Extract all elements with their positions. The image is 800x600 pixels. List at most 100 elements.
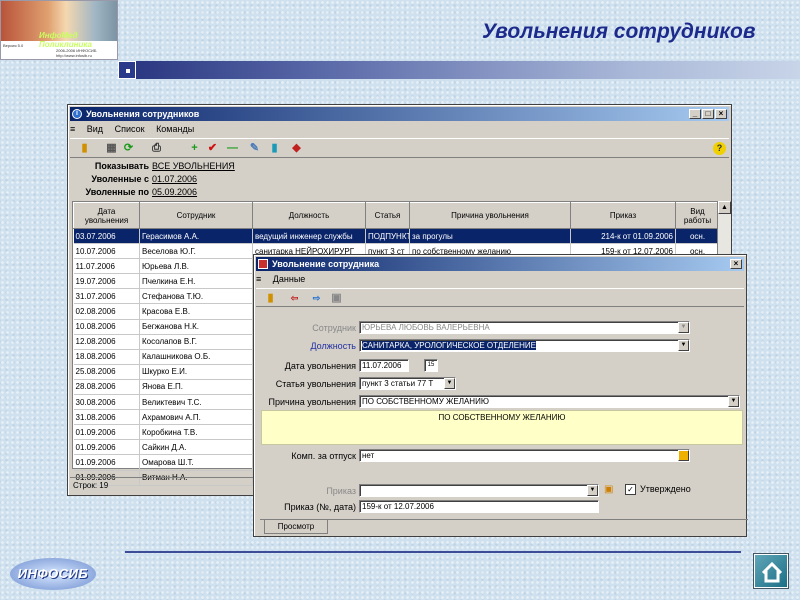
column-header[interactable]: Статья xyxy=(365,202,410,229)
scroll-up-icon[interactable]: ▲ xyxy=(718,201,731,214)
order-select[interactable]: ▼ xyxy=(359,484,599,497)
menu-commands[interactable]: Команды xyxy=(156,124,194,134)
main-menubar: ≡ Вид Список Команды xyxy=(70,122,729,136)
column-header[interactable]: Дата увольнения xyxy=(73,202,140,229)
cell-employee: Юрьева Л.В. xyxy=(139,258,253,275)
cell-date: 01.09.2006 xyxy=(73,454,140,471)
help-icon[interactable]: ? xyxy=(713,142,726,155)
calendar-icon[interactable]: 15 xyxy=(424,359,438,372)
cell-employee: Шкурко Е.И. xyxy=(139,364,253,380)
cell-date: 10.08.2006 xyxy=(73,319,140,335)
main-window-titlebar: i Увольнения сотрудников _ □ × xyxy=(70,107,729,121)
system-menu-icon[interactable]: ≡ xyxy=(70,124,75,134)
chevron-down-icon[interactable]: ▼ xyxy=(587,485,598,496)
date-input[interactable]: 11.07.2006 xyxy=(359,359,409,372)
from-value[interactable]: 01.07.2006 xyxy=(152,174,197,184)
order-num-input[interactable]: 159-к от 12.07.2006 xyxy=(359,500,599,513)
dialog-title: Увольнение сотрудника xyxy=(272,259,380,269)
cell-employee: Косолапов В.Г. xyxy=(139,334,253,350)
cell-date: 01.09.2006 xyxy=(73,424,140,441)
home-button[interactable] xyxy=(754,554,788,588)
chevron-down-icon[interactable]: ▼ xyxy=(678,322,689,333)
cell-date: 02.08.2006 xyxy=(73,303,140,320)
exit-door-icon[interactable]: ▮ xyxy=(78,142,91,155)
cell-employee: Коробкина Т.В. xyxy=(139,424,253,441)
calculator-icon[interactable]: ▦ xyxy=(105,142,118,155)
dialog-close-button[interactable]: × xyxy=(730,259,742,269)
reason-value: ПО СОБСТВЕННОМУ ЖЕЛАНИЮ xyxy=(362,397,489,406)
article-select[interactable]: пункт 3 статьи 77 Т ▼ xyxy=(359,377,456,390)
dialog-system-menu-icon[interactable]: ≡ xyxy=(256,274,261,284)
table-row[interactable]: 03.07.2006 Герасимов А.А. ведущий инженер … xyxy=(73,228,720,245)
save-icon[interactable]: ▣ xyxy=(330,292,343,305)
folder-icon[interactable] xyxy=(678,450,689,461)
approved-checkbox[interactable]: ✓ xyxy=(625,484,636,495)
minimize-button[interactable]: _ xyxy=(689,109,701,119)
dialog-titlebar: Увольнение сотрудника × xyxy=(256,257,744,271)
comp-value: нет xyxy=(362,451,375,460)
order-num-label: Приказ (№, дата) xyxy=(284,502,356,512)
home-icon xyxy=(761,561,783,583)
reason-label: Причина увольнения xyxy=(268,397,356,407)
book-icon[interactable]: ▮ xyxy=(268,142,281,155)
cell-work: осн. xyxy=(675,228,720,245)
column-header[interactable]: Причина увольнения xyxy=(409,202,571,229)
to-value[interactable]: 05.09.2006 xyxy=(152,187,197,197)
column-header[interactable]: Должность xyxy=(252,202,366,229)
edit-icon[interactable]: ✎ xyxy=(248,142,261,155)
refresh-icon[interactable]: ⟳ xyxy=(122,142,135,155)
maximize-button[interactable]: □ xyxy=(702,109,714,119)
bookmark-icon[interactable]: ◆ xyxy=(290,142,303,155)
cell-date: 25.08.2006 xyxy=(73,364,140,380)
menu-view[interactable]: Вид xyxy=(87,124,103,134)
dialog-exit-icon[interactable]: ▮ xyxy=(264,292,277,305)
position-select[interactable]: САНИТАРКА, УРОЛОГИЧЕСКОЕ ОТДЕЛЕНИЕ ▼ xyxy=(359,339,690,352)
tab-view[interactable]: Просмотр xyxy=(264,520,328,534)
add-icon[interactable]: + xyxy=(188,142,201,155)
comp-input[interactable]: нет xyxy=(359,449,690,462)
show-value[interactable]: ВСЕ УВОЛЬНЕНИЯ xyxy=(152,161,235,171)
column-header[interactable]: Приказ xyxy=(570,202,676,229)
cell-reason: за прогулы xyxy=(409,228,571,245)
menu-list[interactable]: Список xyxy=(115,124,145,134)
column-header[interactable]: Вид работы xyxy=(675,202,720,229)
reason-text-area[interactable]: ПО СОБСТВЕННОМУ ЖЕЛАНИЮ xyxy=(261,410,743,445)
move-out-icon[interactable]: ⇨ xyxy=(310,292,323,305)
cell-employee: Красова Е.В. xyxy=(139,303,253,320)
check-icon[interactable]: ✔ xyxy=(206,142,219,155)
cell-employee: Великтевич Т.С. xyxy=(139,394,253,411)
date-value: 11.07.2006 xyxy=(362,361,402,370)
close-button[interactable]: × xyxy=(715,109,727,119)
cell-employee: Омарова Ш.Т. xyxy=(139,454,253,471)
main-toolbar: ▮ ▦ ⟳ ⎙ + ✔ — ✎ ▮ ◆ ? xyxy=(70,138,729,158)
band-square-icon xyxy=(118,61,136,79)
chevron-down-icon[interactable]: ▼ xyxy=(678,340,689,351)
column-header[interactable]: Сотрудник xyxy=(139,202,253,229)
position-label: Должность xyxy=(310,341,356,351)
chevron-down-icon[interactable]: ▼ xyxy=(444,378,455,389)
cell-employee: Веселова Ю.Г. xyxy=(139,243,253,260)
order-lookup-icon[interactable]: ▣ xyxy=(604,484,616,496)
info-icon: i xyxy=(72,109,82,119)
approved-label: Утверждено xyxy=(640,484,691,494)
to-label: Уволенные по xyxy=(85,187,149,197)
date-label: Дата увольнения xyxy=(284,361,356,371)
employee-select[interactable]: ЮРЬЕВА ЛЮБОВЬ ВАЛЕРЬЕВНА ▼ xyxy=(359,321,690,334)
remove-icon[interactable]: — xyxy=(226,142,239,155)
order-label: Приказ xyxy=(326,486,356,496)
cell-date: 28.08.2006 xyxy=(73,379,140,396)
dialog-app-icon xyxy=(258,259,268,269)
comp-label: Комп. за отпуск xyxy=(291,451,356,461)
reason-select[interactable]: ПО СОБСТВЕННОМУ ЖЕЛАНИЮ ▼ xyxy=(359,395,740,408)
cell-date: 31.07.2006 xyxy=(73,288,140,305)
chevron-down-icon[interactable]: ▼ xyxy=(728,396,739,407)
row-count: Строк: 19 xyxy=(73,481,109,490)
cell-article: ПОДПУНКТ xyxy=(365,228,410,245)
cell-employee: Пчелкина Е.Н. xyxy=(139,273,253,290)
footer-line xyxy=(125,551,741,553)
dialog-menu-data[interactable]: Данные xyxy=(273,274,306,284)
app-logo: ИнфоМед Поликлиника Версия 5.0 2006-2006… xyxy=(0,0,118,60)
cell-employee: Герасимов А.А. xyxy=(139,228,253,245)
move-in-icon[interactable]: ⇦ xyxy=(288,292,301,305)
print-icon[interactable]: ⎙ xyxy=(150,142,163,155)
